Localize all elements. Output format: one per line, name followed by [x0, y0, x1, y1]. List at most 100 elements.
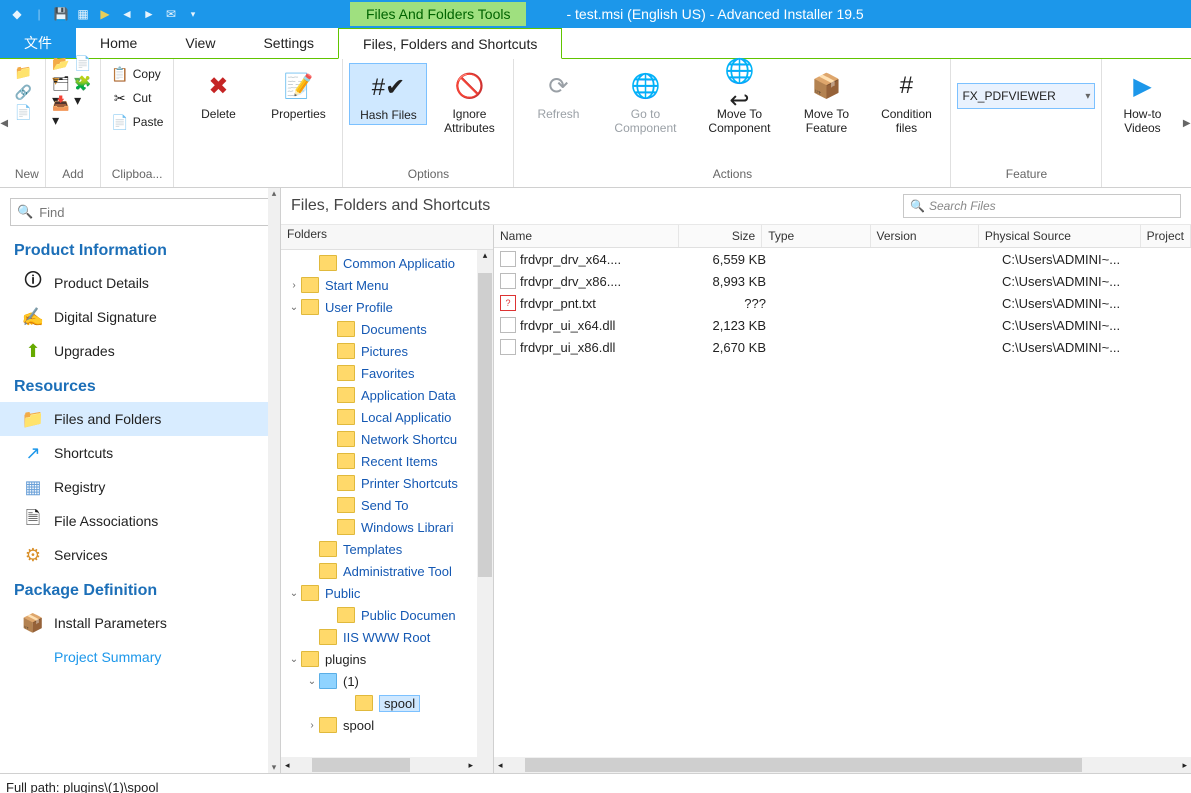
search-files-box[interactable]: 🔍 Search Files [903, 194, 1181, 218]
tree-item[interactable]: Favorites [281, 362, 493, 384]
qat-dropdown-icon[interactable]: ▾ [184, 5, 202, 23]
goto-component-button[interactable]: 🌐Go to Component [600, 63, 690, 137]
run-icon[interactable]: ▶ [96, 5, 114, 23]
tab-view[interactable]: View [161, 28, 239, 58]
tree-twist-icon[interactable]: ⌄ [305, 676, 319, 687]
col-project[interactable]: Project [1141, 225, 1191, 247]
tree-item[interactable]: ⌄(1) [281, 670, 493, 692]
tree-item[interactable]: Printer Shortcuts [281, 472, 493, 494]
tree-item-label: Public Documen [361, 608, 456, 623]
filelist-hscroll[interactable]: ◂▸ [494, 757, 1191, 773]
nav-shortcuts[interactable]: ↗Shortcuts [0, 436, 268, 470]
file-row[interactable]: ?frdvpr_pnt.txt???C:\Users\ADMINI~... [494, 292, 1191, 314]
tree-item[interactable]: ⌄Public [281, 582, 493, 604]
col-source[interactable]: Physical Source [979, 225, 1141, 247]
col-name[interactable]: Name [494, 225, 679, 247]
forward-icon[interactable]: ► [140, 5, 158, 23]
nav-project-summary[interactable]: Project Summary [0, 640, 268, 674]
mail-icon[interactable]: ✉ [162, 5, 180, 23]
delete-button[interactable]: ✖Delete [180, 63, 256, 123]
back-icon[interactable]: ◄ [118, 5, 136, 23]
tab-settings[interactable]: Settings [239, 28, 338, 58]
nav-file-assoc[interactable]: 🗎File Associations [0, 504, 268, 538]
quick-access-toolbar: ◆ | 💾 ▦ ▶ ◄ ► ✉ ▾ [0, 5, 210, 23]
ribbon-scroll-left[interactable]: ◀ [0, 59, 9, 187]
howto-videos-button[interactable]: ▶How-to Videos [1108, 63, 1176, 137]
nav-digital-signature[interactable]: ✍Digital Signature [0, 300, 268, 334]
nav-services[interactable]: ⚙Services [0, 538, 268, 572]
feature-combo[interactable]: FX_PDFVIEWER ▾ [957, 83, 1095, 109]
nav-upgrades[interactable]: ⬆Upgrades [0, 334, 268, 368]
tree-item[interactable]: spool [281, 692, 493, 714]
tree-twist-icon[interactable]: › [287, 280, 301, 291]
folder-icon [319, 673, 337, 689]
nav-product-details[interactable]: 🛈Product Details [0, 266, 268, 300]
copy-button[interactable]: 📋Copy [107, 63, 168, 85]
group-actions: Actions [514, 167, 950, 187]
tab-file[interactable]: 文件 [0, 28, 76, 58]
status-bar: Full path: plugins\(1)\spool [0, 773, 1191, 793]
add-import-icon[interactable]: 📥▾ [52, 103, 70, 121]
tree-twist-icon[interactable]: ⌄ [287, 588, 301, 599]
tree-item[interactable]: Public Documen [281, 604, 493, 626]
build-icon[interactable]: ▦ [74, 5, 92, 23]
tree-item[interactable]: › Start Menu [281, 274, 493, 296]
tree-item-label: Start Menu [325, 278, 389, 293]
tab-files-folders-shortcuts[interactable]: Files, Folders and Shortcuts [338, 28, 562, 59]
tree-item[interactable]: Local Applicatio [281, 406, 493, 428]
nav-install-params[interactable]: 📦Install Parameters [0, 606, 268, 640]
condition-files-button[interactable]: #Condition files [868, 63, 944, 137]
save-icon[interactable]: 💾 [52, 5, 70, 23]
move-feat-icon: 📦 [809, 69, 843, 103]
tree-hscroll[interactable]: ◂▸ [281, 757, 477, 773]
nav-registry[interactable]: ▦Registry [0, 470, 268, 504]
tab-home[interactable]: Home [76, 28, 161, 58]
col-type[interactable]: Type [762, 225, 870, 247]
move-to-component-button[interactable]: 🌐↩Move To Component [694, 63, 784, 137]
tree-item-label: spool [343, 718, 374, 733]
hash-files-button[interactable]: #✔Hash Files [349, 63, 427, 125]
tree-item[interactable]: Windows Librari [281, 516, 493, 538]
tree-item[interactable]: IIS WWW Root [281, 626, 493, 648]
file-row[interactable]: frdvpr_drv_x64....6,559 KBC:\Users\ADMIN… [494, 248, 1191, 270]
file-row[interactable]: frdvpr_ui_x64.dll2,123 KBC:\Users\ADMINI… [494, 314, 1191, 336]
file-row[interactable]: frdvpr_ui_x86.dll2,670 KBC:\Users\ADMINI… [494, 336, 1191, 358]
tree-item[interactable]: Common Applicatio [281, 252, 493, 274]
tree-item[interactable]: Documents [281, 318, 493, 340]
find-box[interactable]: 🔍 Find [10, 198, 270, 226]
folder-icon [355, 695, 373, 711]
add-resource-icon[interactable]: 🧩▾ [74, 83, 92, 101]
tree-item[interactable]: Recent Items [281, 450, 493, 472]
ignore-attributes-button[interactable]: 🚫Ignore Attributes [431, 63, 507, 137]
qat-sep: | [30, 5, 48, 23]
new-file-icon[interactable]: 📄 [15, 103, 33, 121]
tree-item[interactable]: Send To [281, 494, 493, 516]
nav-files-folders[interactable]: 📁Files and Folders [0, 402, 268, 436]
move-to-feature-button[interactable]: 📦Move To Feature [788, 63, 864, 137]
cut-button[interactable]: ✂Cut [107, 87, 168, 109]
tree-item[interactable]: ⌄plugins [281, 648, 493, 670]
ribbon-scroll-right[interactable]: ▶ [1182, 59, 1191, 187]
paste-button[interactable]: 📄Paste [107, 111, 168, 133]
tree-twist-icon[interactable]: ⌄ [287, 302, 301, 313]
properties-button[interactable]: 📝Properties [260, 63, 336, 123]
tree-twist-icon[interactable]: ⌄ [287, 654, 301, 665]
col-size[interactable]: Size [679, 225, 763, 247]
tree-twist-icon[interactable]: › [305, 720, 319, 731]
left-nav-scrollbar[interactable]: ▴▾ [268, 188, 280, 773]
tree-item[interactable]: Application Data [281, 384, 493, 406]
tree-item-label: Templates [343, 542, 402, 557]
new-folder-icon[interactable]: 📁 [15, 63, 33, 81]
col-version[interactable]: Version [871, 225, 979, 247]
file-row[interactable]: frdvpr_drv_x86....8,993 KBC:\Users\ADMIN… [494, 270, 1191, 292]
tree-item[interactable]: Administrative Tool [281, 560, 493, 582]
tree-item[interactable]: Pictures [281, 340, 493, 362]
tree-item[interactable]: Templates [281, 538, 493, 560]
tree-vscroll[interactable]: ▴ [477, 250, 493, 757]
refresh-button[interactable]: ⟳Refresh [520, 63, 596, 123]
tree-item[interactable]: Network Shortcu [281, 428, 493, 450]
tree-item[interactable]: › spool [281, 714, 493, 736]
tree-item[interactable]: ⌄User Profile [281, 296, 493, 318]
file-size: 2,670 KB [686, 340, 772, 355]
new-shortcut-icon[interactable]: 🔗 [15, 83, 33, 101]
